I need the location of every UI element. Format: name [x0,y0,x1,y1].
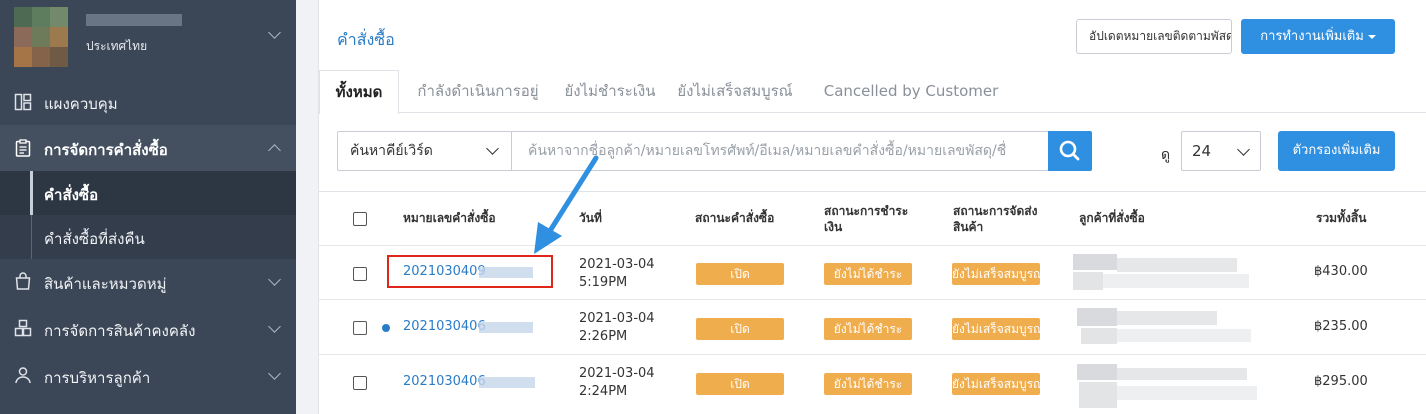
unread-indicator-dot [382,324,390,332]
store-country: ประเทศไทย [86,39,148,53]
column-header-order-status[interactable]: สถานะคำสั่งซื้อ [695,210,774,226]
more-filters-button[interactable]: ตัวกรองเพิ่มเติม [1278,131,1395,171]
dashboard-icon [14,93,32,111]
row-checkbox[interactable] [353,321,367,335]
page-size-select[interactable]: 24 [1181,131,1261,171]
column-header-line: สินค้า [953,220,984,234]
column-header-customer[interactable]: ลูกค้าที่สั่งซื้อ [1079,210,1145,226]
select-all-checkbox[interactable] [353,212,367,226]
order-date-time: 2:24PM [579,384,628,399]
column-header-shipping-status[interactable]: สถานะการจัดส่ง สินค้า [953,203,1037,235]
payment-status-badge: ยังไม่ได้ชำระ [824,373,912,395]
order-date: 2021-03-04 2:24PM [579,365,655,401]
column-header-line: เงิน [824,220,843,234]
order-number-redacted [479,322,533,333]
store-switcher[interactable]: ประเทศไทย [0,0,296,72]
customer-redacted [1073,254,1253,290]
sidebar-item-label: การบริหารลูกค้า [44,369,151,387]
annotation-arrow-icon [534,155,599,254]
clipboard-icon [15,139,31,157]
search-button[interactable] [1048,131,1092,171]
order-total: ฿295.00 [1314,374,1368,389]
order-status-badge: เปิด [696,373,784,395]
sidebar-item-products[interactable]: สินค้าและหมวดหมู่ [0,259,296,305]
tab-incomplete[interactable]: ยังไม่เสร็จสมบูรณ์ [671,70,799,113]
column-header-line: สถานะการจัดส่ง [953,204,1038,218]
shipping-status-badge: ยังไม่เสร็จสมบูรณ์ [952,373,1040,395]
order-status-tabs: ทั้งหมด กำลังดำเนินการอยู่ ยังไม่ชำระเงิ… [319,70,1426,114]
shipping-status-badge: ยังไม่เสร็จสมบูรณ์ [952,318,1040,340]
chevron-up-icon [268,144,281,157]
chevron-down-icon [268,320,281,333]
order-date-time: 5:19PM [579,275,628,290]
sidebar-item-inventory[interactable]: การจัดการสินค้าคงคลัง [0,306,296,352]
store-name-redacted [86,14,182,26]
row-divider [319,245,1426,246]
more-actions-button[interactable]: การทำงานเพิ่มเติม [1241,19,1395,54]
order-total: ฿430.00 [1314,264,1368,279]
sidebar-item-returned-orders[interactable]: คำสั่งซื้อที่ส่งคืน [0,215,296,259]
sidebar-item-label: การจัดการสินค้าคงคลัง [44,322,196,340]
user-icon [15,367,31,384]
sidebar-item-customers[interactable]: การบริหารลูกค้า [0,353,296,399]
update-tracking-button[interactable]: อัปเดตหมายเลขติดตามพัสดุ [1076,19,1232,54]
sidebar-item-label: การจัดการคำสั่งซื้อ [44,141,168,159]
shopping-bag-icon [15,272,31,290]
order-number-link[interactable]: 2021030406 [403,319,486,334]
chevron-down-icon [486,142,499,155]
tab-all[interactable]: ทั้งหมด [319,70,399,114]
column-header-line: สถานะการชำระ [824,204,909,218]
column-header-total[interactable]: รวมทั้งสิ้น [1316,210,1366,226]
order-date-day: 2021-03-04 [579,311,655,326]
table-top-border [319,191,1426,192]
customer-redacted [1077,308,1257,344]
order-status-badge: เปิด [696,263,784,285]
more-actions-label: การทำงานเพิ่มเติม [1260,29,1364,44]
customer-redacted [1077,364,1257,410]
order-status-badge: เปิด [696,318,784,340]
search-icon [1059,140,1080,161]
row-checkbox[interactable] [353,267,367,281]
tab-cancelled-by-customer[interactable]: Cancelled by Customer [813,70,1009,113]
chevron-down-icon [1237,143,1250,156]
sidebar: ประเทศไทย แผงควบคุม การจัดการคำสั่งซื้อ … [0,0,296,414]
order-date: 2021-03-04 5:19PM [579,256,655,292]
sidebar-item-order-management[interactable]: การจัดการคำสั่งซื้อ [0,125,296,171]
sidebar-item-dashboard[interactable]: แผงควบคุม [0,79,296,125]
order-number-link[interactable]: 2021030406 [403,374,486,389]
order-number-redacted [479,377,535,388]
column-header-order-number[interactable]: หมายเลขคำสั่งซื้อ [403,210,496,226]
order-date-time: 2:26PM [579,329,628,344]
chevron-down-icon [268,26,281,39]
payment-status-badge: ยังไม่ได้ชำระ [824,318,912,340]
sidebar-item-label: แผงควบคุม [44,95,118,113]
sidebar-item-label: คำสั่งซื้อ [44,186,99,204]
row-divider [319,299,1426,300]
view-label: ดู [1161,147,1171,163]
sidebar-item-label: คำสั่งซื้อที่ส่งคืน [44,230,145,248]
column-header-payment-status[interactable]: สถานะการชำระ เงิน [824,203,908,235]
order-date-day: 2021-03-04 [579,366,655,381]
store-logo [14,7,68,67]
chevron-down-icon [268,367,281,380]
chevron-down-icon [268,273,281,286]
row-divider [319,354,1426,355]
page-size-value: 24 [1192,142,1212,160]
order-date: 2021-03-04 2:26PM [579,310,655,346]
search-type-select[interactable]: ค้นหาคีย์เวิร์ด [337,131,512,171]
sidebar-item-orders[interactable]: คำสั่งซื้อ [0,171,296,215]
page-title: คำสั่งซื้อ [337,30,395,49]
order-total: ฿235.00 [1314,319,1368,334]
search-type-value: ค้นหาคีย์เวิร์ด [350,143,433,159]
boxes-icon [14,319,32,337]
tab-in-progress[interactable]: กำลังดำเนินการอยู่ [401,70,555,113]
shipping-status-badge: ยังไม่เสร็จสมบูรณ์ [952,263,1040,285]
payment-status-badge: ยังไม่ได้ชำระ [824,263,912,285]
sidebar-item-label: สินค้าและหมวดหมู่ [44,275,167,293]
tab-unpaid[interactable]: ยังไม่ชำระเงิน [555,70,665,113]
caret-down-icon [1367,34,1376,39]
row-checkbox[interactable] [353,376,367,390]
orders-panel: คำสั่งซื้อ อัปเดตหมายเลขติดตามพัสดุ การท… [318,0,1426,414]
